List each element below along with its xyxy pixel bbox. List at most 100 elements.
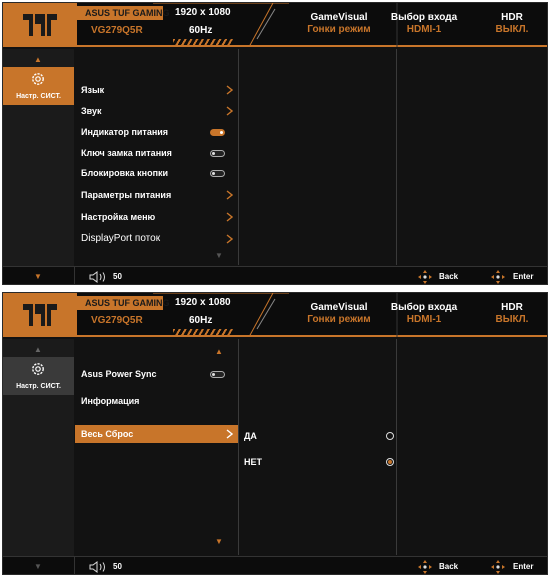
- submenu-column: [238, 49, 396, 265]
- hdr-value: ВЫКЛ.: [495, 24, 529, 35]
- menu-item-power-key-lock[interactable]: Ключ замка питания: [81, 146, 233, 160]
- joystick-enter-icon: [491, 560, 505, 574]
- menu-item-label: Информация: [81, 396, 140, 406]
- toggle-switch-on[interactable]: [210, 129, 225, 136]
- osd-header: ASUS TUF GAMING VG279Q5R 1920 x 1080 60H…: [3, 3, 547, 47]
- toggle-switch-off[interactable]: [210, 371, 225, 378]
- joystick-back-icon: [418, 270, 432, 284]
- footer-separator: [74, 557, 75, 574]
- toggle-switch-off[interactable]: [210, 170, 225, 177]
- menu-item-label: Ключ замка питания: [81, 148, 172, 158]
- gamevisual-label: GameVisual: [310, 12, 368, 23]
- gamevisual-value: Гонки режим: [307, 314, 371, 325]
- header-stripes: [173, 39, 233, 45]
- submenu-option-label: НЕТ: [244, 457, 262, 467]
- refresh-rate-readout: 60Hz: [189, 315, 213, 326]
- menu-item-information[interactable]: Информация: [81, 394, 233, 408]
- input-value: HDMI-1: [406, 314, 442, 325]
- menu-item-asus-power-sync[interactable]: Asus Power Sync: [81, 367, 233, 381]
- model-name: VG279Q5R: [91, 315, 143, 326]
- menu-item-language[interactable]: Язык: [81, 83, 233, 97]
- menu-scroll-down-icon[interactable]: ▼: [215, 537, 223, 546]
- resolution-readout: 1920 x 1080: [175, 297, 231, 308]
- gamevisual-label: GameVisual: [310, 302, 368, 313]
- osd-screen-system-setup: ASUS TUF GAMING VG279Q5R 1920 x 1080 60H…: [2, 2, 548, 285]
- menu-item-label: DisplayPort поток: [81, 233, 161, 244]
- back-label[interactable]: Back: [439, 562, 458, 571]
- sidebar-up-arrow-icon[interactable]: ▲: [34, 55, 42, 64]
- gamevisual-status: GameVisual Гонки режим: [289, 12, 389, 36]
- volume-level: 50: [113, 272, 122, 281]
- osd-sidebar: ▲ Настр. СИСТ.: [3, 49, 74, 269]
- submenu-option-no[interactable]: НЕТ: [244, 455, 394, 469]
- menu-item-label: Звук: [81, 106, 102, 116]
- menu-item-label: Параметры питания: [81, 190, 172, 200]
- sidebar-item-label: Настр. СИСТ.: [16, 93, 61, 100]
- model-brand-tag: ASUS TUF GAMING: [77, 296, 170, 310]
- radio-button-unselected[interactable]: [386, 432, 394, 440]
- menu-item-power-indicator[interactable]: Индикатор питания: [81, 125, 233, 139]
- joystick-back-icon: [418, 560, 432, 574]
- back-label[interactable]: Back: [439, 272, 458, 281]
- model-name: VG279Q5R: [91, 25, 143, 36]
- hdr-value: ВЫКЛ.: [495, 314, 529, 325]
- settings-menu: Язык Звук Индикатор питания Ключ замка п…: [75, 49, 238, 265]
- enter-label[interactable]: Enter: [513, 562, 533, 571]
- menu-scroll-up-icon[interactable]: ▲: [215, 347, 223, 356]
- gear-icon: [32, 73, 44, 85]
- toggle-switch-off[interactable]: [210, 150, 225, 157]
- menu-item-power-settings[interactable]: Параметры питания: [81, 188, 233, 202]
- input-status: Выбор входа HDMI-1: [381, 12, 467, 36]
- chevron-right-icon: [226, 106, 233, 116]
- enter-label[interactable]: Enter: [513, 272, 533, 281]
- model-brand-tag: ASUS TUF GAMING: [77, 6, 170, 20]
- sidebar-item-label: Настр. СИСТ.: [16, 383, 61, 390]
- input-label: Выбор входа: [390, 302, 458, 313]
- hdr-status: HDR ВЫКЛ.: [477, 12, 547, 36]
- gamevisual-status: GameVisual Гонки режим: [289, 302, 389, 326]
- sidebar-up-arrow-icon[interactable]: ▲: [34, 345, 42, 354]
- hdr-label: HDR: [501, 12, 523, 23]
- chevron-right-icon: [226, 429, 233, 439]
- osd-screen-system-setup-reset: ASUS TUF GAMING VG279Q5R 1920 x 1080 60H…: [2, 292, 548, 575]
- menu-item-label: Блокировка кнопки: [81, 168, 169, 178]
- tuf-logo: [3, 293, 77, 337]
- submenu-column: [238, 339, 396, 555]
- header-stripes: [173, 329, 233, 335]
- chevron-right-icon: [226, 234, 233, 244]
- value-column: [396, 49, 547, 265]
- chevron-right-icon: [226, 85, 233, 95]
- sidebar-down-arrow-icon[interactable]: ▼: [34, 562, 42, 571]
- refresh-rate-readout: 60Hz: [189, 25, 213, 36]
- joystick-enter-icon: [491, 270, 505, 284]
- menu-item-label: Язык: [81, 85, 105, 95]
- submenu-option-yes[interactable]: ДА: [244, 429, 394, 443]
- menu-item-sound[interactable]: Звук: [81, 104, 233, 118]
- menu-item-key-lock[interactable]: Блокировка кнопки: [81, 166, 233, 180]
- menu-item-label: Индикатор питания: [81, 127, 169, 137]
- hdr-label: HDR: [501, 302, 523, 313]
- gear-icon: [32, 363, 44, 375]
- menu-item-label: Весь Сброс: [81, 429, 134, 439]
- osd-header: ASUS TUF GAMING VG279Q5R 1920 x 1080 60H…: [3, 293, 547, 337]
- speaker-volume-icon: [89, 271, 105, 283]
- menu-item-label: Настройка меню: [81, 212, 156, 222]
- gamevisual-value: Гонки режим: [307, 24, 371, 35]
- speaker-volume-icon: [89, 561, 105, 573]
- sidebar-item-system-setup[interactable]: Настр. СИСТ.: [3, 67, 74, 105]
- chevron-right-icon: [226, 190, 233, 200]
- osd-footer: ▼ 50 Back Enter: [3, 266, 547, 284]
- menu-item-label: Asus Power Sync: [81, 369, 157, 379]
- radio-button-selected[interactable]: [386, 458, 394, 466]
- sidebar-item-system-setup[interactable]: Настр. СИСТ.: [3, 357, 74, 395]
- value-column: [396, 339, 547, 555]
- menu-scroll-down-icon[interactable]: ▼: [215, 251, 223, 260]
- input-value: HDMI-1: [406, 24, 442, 35]
- menu-item-all-reset[interactable]: Весь Сброс: [81, 427, 233, 441]
- input-status: Выбор входа HDMI-1: [381, 302, 467, 326]
- osd-sidebar: ▲ Настр. СИСТ.: [3, 339, 74, 559]
- sidebar-down-arrow-icon[interactable]: ▼: [34, 272, 42, 281]
- menu-item-menu-setup[interactable]: Настройка меню: [81, 210, 233, 224]
- menu-item-displayport-stream[interactable]: DisplayPort поток: [81, 232, 233, 246]
- resolution-readout: 1920 x 1080: [175, 7, 231, 18]
